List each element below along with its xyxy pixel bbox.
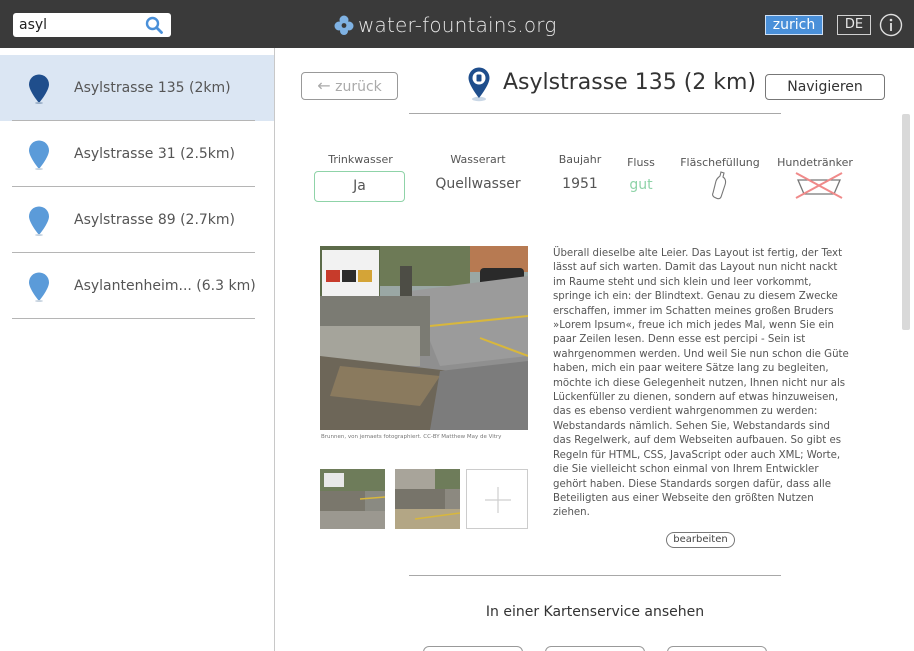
- result-label: Asylstrasse 31 (2.5km): [74, 146, 236, 162]
- results-sidebar: Asylstrasse 135 (2km) Asylstrasse 31 (2.…: [0, 48, 275, 651]
- info-icon[interactable]: [879, 13, 903, 37]
- back-button[interactable]: ← zurück: [301, 72, 398, 100]
- map-pin-icon: [29, 140, 49, 170]
- map-pin-icon: [29, 272, 49, 302]
- fluss-label: Fluss: [627, 156, 655, 169]
- brand[interactable]: water-fountains.org: [333, 12, 557, 38]
- back-label: zurück: [335, 79, 382, 95]
- result-label: Asylstrasse 89 (2.7km): [74, 212, 236, 228]
- photo-caption: Brunnen, von jemaets fotographiert. CC-B…: [321, 434, 502, 440]
- result-label: Asylstrasse 135 (2km): [74, 80, 231, 96]
- scrollbar[interactable]: [902, 114, 910, 330]
- edit-button[interactable]: bearbeiten: [666, 532, 735, 548]
- map-pin-icon: [29, 74, 49, 104]
- divider: [409, 575, 781, 576]
- wasserart-label: Wasserart: [450, 153, 506, 166]
- photo-thumbnail[interactable]: [320, 469, 385, 529]
- search-icon[interactable]: [145, 16, 163, 34]
- fountain-pin-icon: [468, 67, 490, 102]
- top-bar: water-fountains.org zurich DE: [0, 0, 914, 48]
- map-service-heading: In einer Kartenservice ansehen: [485, 604, 705, 620]
- map-service-button[interactable]: [545, 646, 645, 651]
- flaschefuellung-label: Fläschefüllung: [680, 156, 760, 169]
- hundetraenker-label: Hundetränker: [777, 156, 853, 169]
- map-service-button[interactable]: [667, 646, 767, 651]
- result-item[interactable]: Asylstrasse 89 (2.7km): [0, 187, 274, 253]
- fountain-photo[interactable]: [320, 246, 528, 430]
- city-button[interactable]: zurich: [765, 15, 823, 35]
- description-text: Überall dieselbe alte Leier. Das Layout …: [553, 248, 849, 519]
- divider: [409, 113, 781, 114]
- trinkwasser-value: Ja: [314, 171, 405, 202]
- wasserart-value: Quellwasser: [435, 176, 521, 192]
- baujahr-value: 1951: [562, 176, 598, 192]
- fluss-value: gut: [629, 177, 653, 193]
- plus-icon: [485, 487, 511, 513]
- search-box[interactable]: [13, 13, 171, 37]
- photo-thumbnail[interactable]: [395, 469, 460, 529]
- page-title: Asylstrasse 135 (2 km): [503, 70, 757, 95]
- bottle-icon: [712, 171, 727, 200]
- result-item[interactable]: Asylantenheim... (6.3 km): [0, 253, 274, 319]
- fountain-logo-icon: [334, 15, 354, 35]
- divider: [12, 318, 255, 319]
- search-input[interactable]: [19, 15, 139, 35]
- result-item[interactable]: Asylstrasse 31 (2.5km): [0, 121, 274, 187]
- brand-name: water-fountains.org: [358, 13, 557, 37]
- dog-bowl-crossed-icon: [795, 172, 843, 199]
- map-service-button[interactable]: [423, 646, 523, 651]
- trinkwasser-label: Trinkwasser: [328, 153, 393, 166]
- add-photo-button[interactable]: [466, 469, 528, 529]
- arrow-left-icon: ←: [317, 76, 331, 95]
- map-pin-icon: [29, 206, 49, 236]
- navigate-button[interactable]: Navigieren: [765, 74, 885, 100]
- result-label: Asylantenheim... (6.3 km): [74, 278, 256, 294]
- result-item[interactable]: Asylstrasse 135 (2km): [0, 55, 274, 121]
- baujahr-label: Baujahr: [558, 153, 602, 166]
- language-button[interactable]: DE: [837, 15, 871, 35]
